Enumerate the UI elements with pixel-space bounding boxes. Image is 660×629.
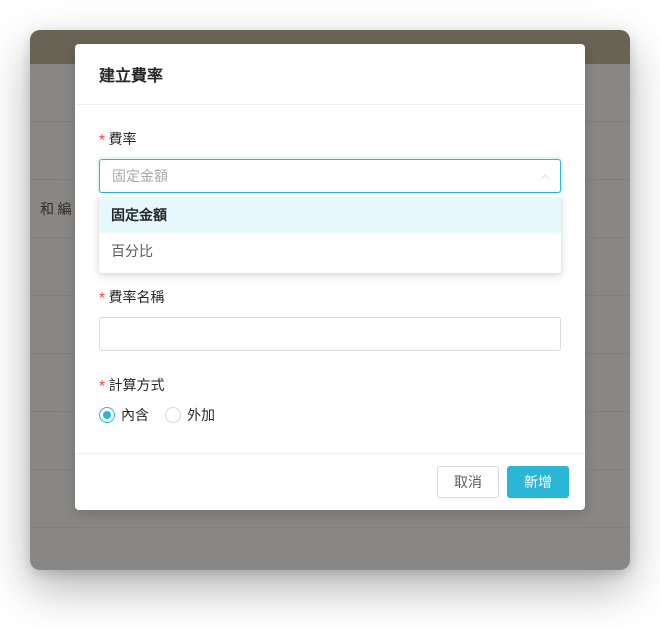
modal-title: 建立費率 bbox=[99, 62, 561, 86]
rate-select[interactable]: 固定金額 bbox=[99, 159, 561, 193]
button-label: 新增 bbox=[524, 472, 552, 492]
rate-option-fixed[interactable]: 固定金額 bbox=[99, 197, 561, 233]
rate-name-input[interactable] bbox=[99, 317, 561, 351]
rate-dropdown: 固定金額 百分比 bbox=[99, 193, 561, 273]
radio-icon bbox=[165, 407, 181, 423]
button-label: 取消 bbox=[454, 472, 482, 492]
rate-name-label: 費率名稱 bbox=[99, 287, 561, 307]
rate-field-group: 費率 固定金額 固定金額 百分比 bbox=[99, 129, 561, 263]
radio-inclusive[interactable]: 內含 bbox=[99, 405, 149, 425]
option-label: 固定金額 bbox=[111, 208, 167, 224]
radio-dot-icon bbox=[103, 411, 111, 419]
modal-footer: 取消 新增 bbox=[75, 453, 585, 510]
radio-exclusive[interactable]: 外加 bbox=[165, 405, 215, 425]
radio-label: 內含 bbox=[121, 405, 149, 425]
modal-body: 費率 固定金額 固定金額 百分比 費率名稱 計算方式 bbox=[75, 105, 585, 453]
chevron-down-icon bbox=[540, 171, 550, 181]
radio-icon bbox=[99, 407, 115, 423]
submit-button[interactable]: 新增 bbox=[507, 466, 569, 498]
radio-label: 外加 bbox=[187, 405, 215, 425]
option-label: 百分比 bbox=[111, 244, 153, 260]
calc-method-radio-group: 內含 外加 bbox=[99, 405, 561, 425]
rate-select-value: 固定金額 bbox=[112, 166, 168, 186]
cancel-button[interactable]: 取消 bbox=[437, 466, 499, 498]
calc-method-field-group: 計算方式 內含 外加 bbox=[99, 375, 561, 425]
rate-label: 費率 bbox=[99, 129, 561, 149]
modal-header: 建立費率 bbox=[75, 44, 585, 105]
rate-name-field-group: 費率名稱 bbox=[99, 287, 561, 351]
create-rate-modal: 建立費率 費率 固定金額 固定金額 百分比 費率名稱 bbox=[75, 44, 585, 510]
rate-option-percent[interactable]: 百分比 bbox=[99, 233, 561, 269]
calc-method-label: 計算方式 bbox=[99, 375, 561, 395]
